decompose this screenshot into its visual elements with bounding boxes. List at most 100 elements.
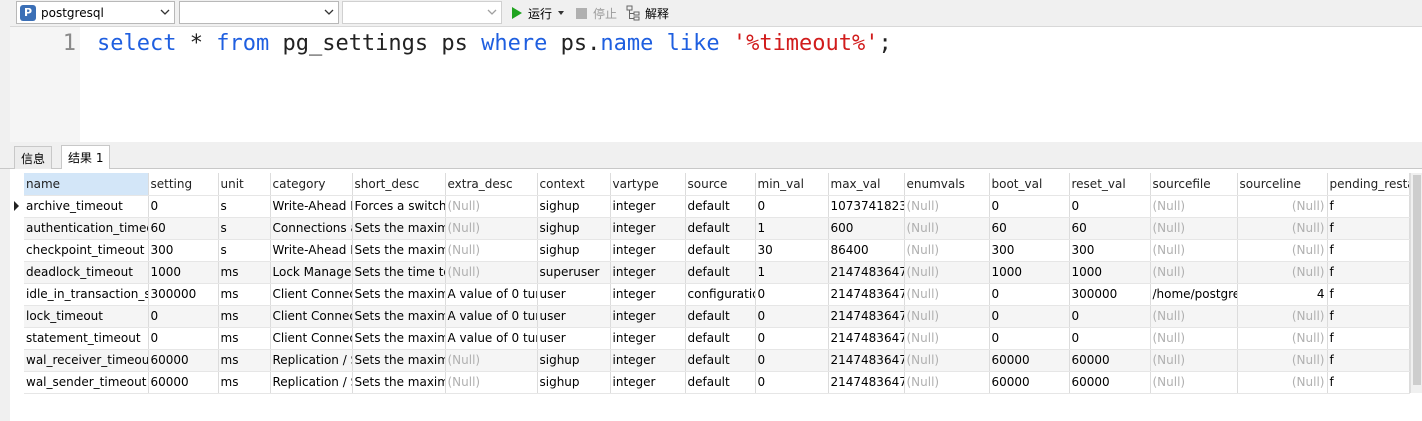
cell-context[interactable]: sighup <box>537 195 611 218</box>
cell-max-val[interactable]: 600 <box>828 217 905 240</box>
column-header-setting[interactable]: setting <box>148 173 219 196</box>
cell-sourcefile[interactable]: (Null) <box>1150 305 1238 328</box>
cell-short-desc[interactable]: Sets the maximum <box>352 327 446 350</box>
cell-setting[interactable]: 1000 <box>148 261 219 284</box>
column-header-context[interactable]: context <box>537 173 611 196</box>
column-header-pending-restart[interactable]: pending_restart <box>1327 173 1410 196</box>
cell-source[interactable]: default <box>685 261 756 284</box>
cell-min-val[interactable]: 30 <box>755 239 829 262</box>
sql-code-line[interactable]: select * from pg_settings ps where ps.na… <box>97 31 892 56</box>
cell-sourcefile[interactable]: (Null) <box>1150 195 1238 218</box>
cell-pending-restart[interactable]: f <box>1327 283 1410 306</box>
cell-extra-desc[interactable]: A value of 0 turns <box>445 305 538 328</box>
cell-min-val[interactable]: 0 <box>755 349 829 372</box>
cell-enumvals[interactable]: (Null) <box>904 371 990 394</box>
vertical-scrollbar[interactable] <box>1410 173 1422 393</box>
cell-reset-val[interactable]: 0 <box>1069 327 1151 350</box>
cell-extra-desc[interactable]: (Null) <box>445 349 538 372</box>
cell-short-desc[interactable]: Sets the time to <box>352 261 446 284</box>
cell-max-val[interactable]: 2147483647 <box>828 349 905 372</box>
column-header-extra-desc[interactable]: extra_desc <box>445 173 538 196</box>
cell-category[interactable]: Client Connection Defaults <box>270 305 353 328</box>
cell-enumvals[interactable]: (Null) <box>904 239 990 262</box>
cell-vartype[interactable]: integer <box>610 283 686 306</box>
cell-unit[interactable]: ms <box>218 349 271 372</box>
cell-pending-restart[interactable]: f <box>1327 239 1410 262</box>
cell-enumvals[interactable]: (Null) <box>904 327 990 350</box>
column-header-min-val[interactable]: min_val <box>755 173 829 196</box>
cell-sourcefile[interactable]: (Null) <box>1150 239 1238 262</box>
cell-enumvals[interactable]: (Null) <box>904 217 990 240</box>
explain-button[interactable]: 解释 <box>626 4 669 22</box>
cell-reset-val[interactable]: 0 <box>1069 305 1151 328</box>
stop-button[interactable]: 停止 <box>576 4 617 22</box>
cell-category[interactable]: Write-Ahead Log / Archiving <box>270 195 353 218</box>
cell-reset-val[interactable]: 60 <box>1069 217 1151 240</box>
cell-short-desc[interactable]: Sets the maximum <box>352 217 446 240</box>
column-header-unit[interactable]: unit <box>218 173 271 196</box>
cell-context[interactable]: sighup <box>537 217 611 240</box>
cell-pending-restart[interactable]: f <box>1327 217 1410 240</box>
database-select[interactable] <box>179 1 339 24</box>
cell-sourceline[interactable]: (Null) <box>1237 239 1328 262</box>
table-row[interactable]: statement_timeout0msClient Connection De… <box>24 327 1410 350</box>
cell-enumvals[interactable]: (Null) <box>904 195 990 218</box>
sql-editor[interactable]: 1 select * from pg_settings ps where ps.… <box>10 26 1422 143</box>
cell-reset-val[interactable]: 1000 <box>1069 261 1151 284</box>
cell-extra-desc[interactable]: (Null) <box>445 239 538 262</box>
cell-enumvals[interactable]: (Null) <box>904 305 990 328</box>
column-header-source[interactable]: source <box>685 173 756 196</box>
cell-context[interactable]: user <box>537 305 611 328</box>
tab-info[interactable]: 信息 <box>14 146 53 169</box>
column-header-enumvals[interactable]: enumvals <box>904 173 990 196</box>
cell-extra-desc[interactable]: A value of 0 turns <box>445 283 538 306</box>
cell-sourceline[interactable]: (Null) <box>1237 195 1328 218</box>
cell-setting[interactable]: 0 <box>148 195 219 218</box>
cell-source[interactable]: default <box>685 305 756 328</box>
cell-sourceline[interactable]: (Null) <box>1237 349 1328 372</box>
cell-unit[interactable]: ms <box>218 283 271 306</box>
cell-name[interactable]: checkpoint_timeout <box>24 239 149 262</box>
cell-reset-val[interactable]: 60000 <box>1069 371 1151 394</box>
cell-max-val[interactable]: 2147483647 <box>828 261 905 284</box>
cell-boot-val[interactable]: 300 <box>989 239 1070 262</box>
run-dropdown-icon[interactable] <box>558 11 565 15</box>
cell-source[interactable]: default <box>685 239 756 262</box>
table-row[interactable]: idle_in_transaction_session_timeout30000… <box>24 283 1410 306</box>
cell-sourceline[interactable]: (Null) <box>1237 261 1328 284</box>
cell-context[interactable]: user <box>537 327 611 350</box>
connection-select[interactable]: P postgresql <box>16 1 175 24</box>
cell-category[interactable]: Client Connection Defaults <box>270 283 353 306</box>
cell-enumvals[interactable]: (Null) <box>904 283 990 306</box>
column-header-reset-val[interactable]: reset_val <box>1069 173 1151 196</box>
cell-category[interactable]: Replication / Sending Servers <box>270 371 353 394</box>
cell-source[interactable]: default <box>685 371 756 394</box>
cell-extra-desc[interactable]: (Null) <box>445 371 538 394</box>
cell-unit[interactable]: s <box>218 217 271 240</box>
cell-vartype[interactable]: integer <box>610 217 686 240</box>
cell-short-desc[interactable]: Sets the maximum <box>352 283 446 306</box>
cell-reset-val[interactable]: 0 <box>1069 195 1151 218</box>
column-header-boot-val[interactable]: boot_val <box>989 173 1070 196</box>
cell-unit[interactable]: s <box>218 239 271 262</box>
cell-reset-val[interactable]: 60000 <box>1069 349 1151 372</box>
cell-vartype[interactable]: integer <box>610 195 686 218</box>
cell-min-val[interactable]: 0 <box>755 283 829 306</box>
cell-boot-val[interactable]: 0 <box>989 327 1070 350</box>
cell-extra-desc[interactable]: (Null) <box>445 195 538 218</box>
cell-sourcefile[interactable]: (Null) <box>1150 349 1238 372</box>
cell-boot-val[interactable]: 60000 <box>989 371 1070 394</box>
cell-max-val[interactable]: 2147483647 <box>828 327 905 350</box>
column-header-category[interactable]: category <box>270 173 353 196</box>
cell-short-desc[interactable]: Sets the maximum <box>352 371 446 394</box>
cell-setting[interactable]: 60 <box>148 217 219 240</box>
vertical-scrollbar-thumb[interactable] <box>1413 175 1421 385</box>
cell-sourceline[interactable]: (Null) <box>1237 305 1328 328</box>
table-row[interactable]: lock_timeout0msClient Connection Default… <box>24 305 1410 328</box>
cell-extra-desc[interactable]: A value of 0 turns <box>445 327 538 350</box>
cell-unit[interactable]: ms <box>218 327 271 350</box>
cell-source[interactable]: default <box>685 217 756 240</box>
cell-short-desc[interactable]: Sets the maximum <box>352 239 446 262</box>
cell-context[interactable]: sighup <box>537 349 611 372</box>
table-row[interactable]: deadlock_timeout1000msLock ManagementSet… <box>24 261 1410 284</box>
